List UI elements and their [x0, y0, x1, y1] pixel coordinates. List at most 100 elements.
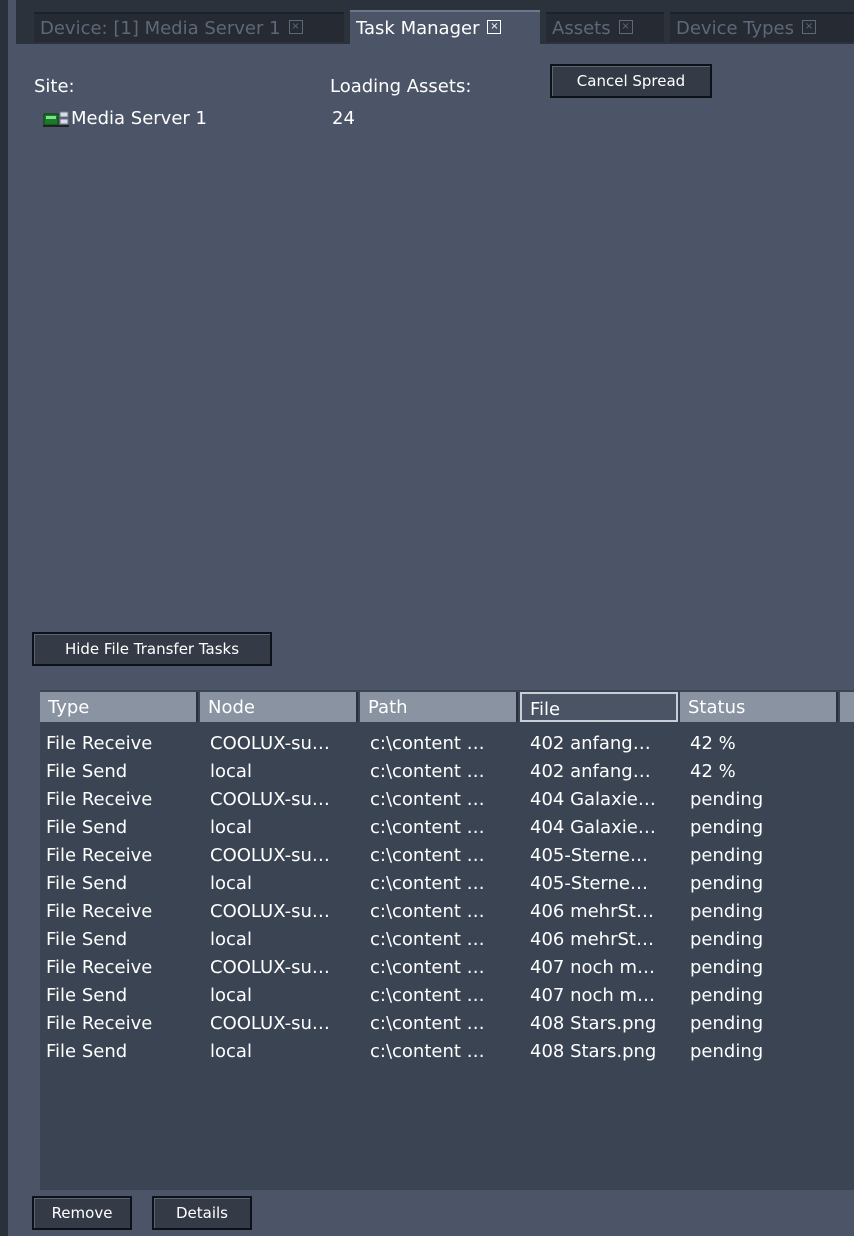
cell-file: 407 noch m… — [530, 985, 656, 1006]
cell-path: c:\content … — [370, 929, 485, 950]
close-box-icon[interactable]: × — [802, 20, 817, 34]
file-transfer-table: Type Node Path File Status File Receive C… — [40, 690, 854, 1190]
remove-button[interactable]: Remove — [32, 1196, 132, 1230]
tab-label: Device Types — [676, 18, 795, 39]
cell-status: pending — [690, 957, 764, 978]
cancel-spread-button[interactable]: Cancel Spread — [550, 64, 712, 98]
cell-node: local — [210, 761, 252, 782]
cell-file: 402 anfang… — [530, 733, 651, 754]
cell-file: 406 mehrSt… — [530, 929, 654, 950]
table-row[interactable]: File Receive COOLUX-su… c:\content … 407 no… — [40, 954, 854, 982]
cell-node: COOLUX-su… — [210, 901, 330, 922]
cell-path: c:\content … — [370, 1013, 485, 1034]
cell-node: COOLUX-su… — [210, 789, 330, 810]
cell-path: c:\content … — [370, 789, 485, 810]
cell-status: 42 % — [690, 761, 736, 782]
cell-node: local — [210, 985, 252, 1006]
cell-type: File Send — [46, 1041, 128, 1062]
cell-file: 408 Stars.png — [530, 1013, 657, 1034]
tab-assets[interactable]: Assets × — [546, 12, 664, 42]
table-row[interactable]: File Receive COOLUX-su… c:\content … 408 St… — [40, 1010, 854, 1038]
cell-type: File Send — [46, 761, 128, 782]
cell-status: pending — [690, 1013, 764, 1034]
table-row[interactable]: File Send local c:\content … 407 noch m… pen… — [40, 982, 854, 1010]
cell-node: local — [210, 873, 252, 894]
cell-type: File Send — [46, 873, 128, 894]
cell-status: pending — [690, 929, 764, 950]
table-row[interactable]: File Send local c:\content … 405-Sterne… pen… — [40, 870, 854, 898]
table-row[interactable]: File Send local c:\content … 408 Stars.png p… — [40, 1038, 854, 1066]
loading-assets-count: 24 — [332, 108, 355, 129]
tab-label: Assets — [552, 18, 611, 39]
close-box-icon[interactable]: × — [487, 20, 502, 34]
cell-status: pending — [690, 1041, 764, 1062]
column-header-status[interactable]: Status — [680, 692, 838, 722]
cell-status: pending — [690, 845, 764, 866]
hide-file-transfer-tasks-button[interactable]: Hide File Transfer Tasks — [32, 632, 272, 666]
column-header-node[interactable]: Node — [200, 692, 358, 722]
close-box-icon[interactable]: × — [288, 20, 303, 34]
cell-status: pending — [690, 817, 764, 838]
table-row[interactable]: File Receive COOLUX-su… c:\content … 405-St… — [40, 842, 854, 870]
table-row[interactable]: File Send local c:\content … 404 Galaxie… pe… — [40, 814, 854, 842]
task-manager-panel: Device: [1] Media Server 1 × Task Manager… — [0, 0, 854, 1236]
cell-status: pending — [690, 901, 764, 922]
cell-node: local — [210, 817, 252, 838]
cell-file: 407 noch m… — [530, 957, 656, 978]
site-name[interactable]: Media Server 1 — [71, 108, 207, 129]
tab-label: Device: [1] Media Server 1 — [40, 18, 281, 39]
cell-file: 404 Galaxie… — [530, 789, 656, 810]
cell-path: c:\content … — [370, 985, 485, 1006]
server-icon[interactable] — [43, 110, 69, 128]
cell-type: File Receive — [46, 1013, 153, 1034]
column-header-type[interactable]: Type — [40, 692, 198, 722]
tab-task-manager[interactable]: Task Manager × — [350, 10, 540, 44]
close-box-icon[interactable]: × — [618, 20, 633, 34]
tab-bar: Device: [1] Media Server 1 × Task Manager… — [16, 0, 854, 44]
column-header-path[interactable]: Path — [360, 692, 518, 722]
cell-type: File Receive — [46, 789, 153, 810]
cell-node: COOLUX-su… — [210, 957, 330, 978]
cell-node: local — [210, 929, 252, 950]
cell-type: File Send — [46, 817, 128, 838]
cell-file: 405-Sterne… — [530, 873, 648, 894]
cell-node: COOLUX-su… — [210, 845, 330, 866]
cell-path: c:\content … — [370, 845, 485, 866]
cell-path: c:\content … — [370, 1041, 485, 1062]
column-header-filler — [840, 692, 854, 722]
cell-file: 405-Sterne… — [530, 845, 648, 866]
cell-path: c:\content … — [370, 957, 485, 978]
cell-file: 408 Stars.png — [530, 1041, 657, 1062]
tab-device-media-server[interactable]: Device: [1] Media Server 1 × — [34, 12, 344, 42]
table-header: Type Node Path File Status — [40, 690, 854, 724]
cell-path: c:\content … — [370, 761, 485, 782]
cell-node: COOLUX-su… — [210, 733, 330, 754]
site-label: Site: — [34, 76, 75, 97]
table-row[interactable]: File Send local c:\content … 402 anfang… 42 … — [40, 758, 854, 786]
cell-file: 402 anfang… — [530, 761, 651, 782]
cell-path: c:\content … — [370, 901, 485, 922]
column-header-file[interactable]: File — [520, 692, 678, 722]
cell-file: 406 mehrSt… — [530, 901, 654, 922]
cell-type: File Receive — [46, 733, 153, 754]
table-row[interactable]: File Receive COOLUX-su… c:\content … 406 me… — [40, 898, 854, 926]
cell-path: c:\content … — [370, 817, 485, 838]
cell-path: c:\content … — [370, 733, 485, 754]
tab-device-types[interactable]: Device Types × — [670, 12, 854, 42]
cell-type: File Receive — [46, 957, 153, 978]
table-row[interactable]: File Receive COOLUX-su… c:\content … 404 Ga… — [40, 786, 854, 814]
table-row[interactable]: File Send local c:\content … 406 mehrSt… pen… — [40, 926, 854, 954]
cell-node: COOLUX-su… — [210, 1013, 330, 1034]
details-button[interactable]: Details — [152, 1196, 252, 1230]
cell-type: File Receive — [46, 845, 153, 866]
cell-status: pending — [690, 873, 764, 894]
tab-label: Task Manager — [356, 18, 480, 39]
cell-status: 42 % — [690, 733, 736, 754]
cell-file: 404 Galaxie… — [530, 817, 656, 838]
cell-status: pending — [690, 985, 764, 1006]
table-row[interactable]: File Receive COOLUX-su… c:\content … 402 an… — [40, 730, 854, 758]
loading-assets-label: Loading Assets: — [330, 76, 472, 97]
cell-path: c:\content … — [370, 873, 485, 894]
cell-node: local — [210, 1041, 252, 1062]
cell-type: File Send — [46, 985, 128, 1006]
